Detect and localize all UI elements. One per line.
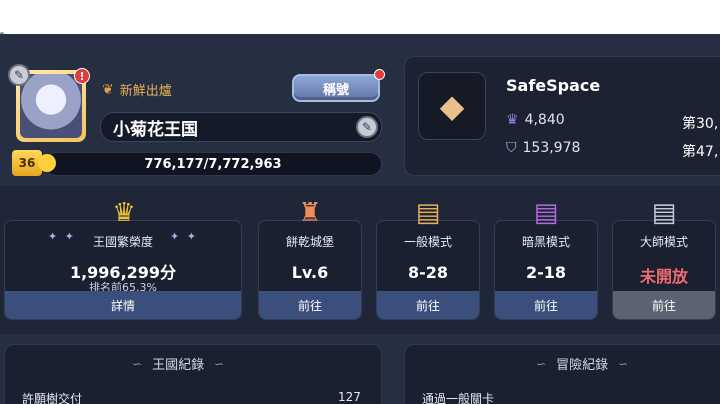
adventure-record-header: ∽ 冒險紀錄 ∽ <box>536 354 629 374</box>
trophy-icon: ♛ <box>506 112 519 128</box>
top-white-bar <box>0 0 720 34</box>
card-value: 2-18 <box>525 263 567 282</box>
master-map-icon: ▤ <box>651 198 677 228</box>
details-button[interactable]: 詳情 <box>5 291 241 319</box>
go-button[interactable]: 前往 <box>377 291 479 319</box>
name-edit-icon[interactable]: ✎ <box>356 116 378 138</box>
sprout-icon: ❦ <box>102 81 114 98</box>
title-tag: ❦ 新鮮出爐 <box>102 80 172 100</box>
castle-icon: ♜ <box>298 198 322 228</box>
castle-card: 餅乾城堡 Lv.6 前往 <box>258 220 362 320</box>
card-title: 大師模式 <box>639 235 688 249</box>
guild-stat1-rank: 第30, <box>682 116 719 132</box>
sparkle-left-icon: ✦ ✦ <box>48 230 76 243</box>
master-mode-card: 大師模式 未開放 前往 <box>612 220 716 320</box>
kingdom-row-value: 127 <box>338 390 361 404</box>
dark-map-icon: ▤ <box>533 198 559 228</box>
card-value: 8-28 <box>407 263 449 282</box>
card-title: 王國繁榮度 <box>92 235 153 249</box>
sparkle-right-icon: ✦ ✦ <box>170 230 198 243</box>
ornament-right-icon: ∽ <box>618 356 629 371</box>
guild-stat1-value: 4,840 <box>524 112 565 128</box>
kingdom-name-field: 小菊花王国 <box>100 112 382 142</box>
adventure-record-title: 冒險紀錄 <box>556 358 609 373</box>
guild-stat2-value: 153,978 <box>522 140 581 156</box>
level-coin-icon <box>38 154 56 172</box>
go-button-disabled[interactable]: 前往 <box>613 291 715 319</box>
ornament-right-icon: ∽ <box>214 356 225 371</box>
go-button[interactable]: 前往 <box>259 291 361 319</box>
cookie-avatar-icon <box>20 74 82 138</box>
map-scroll-icon: ▤ <box>415 198 441 228</box>
card-title: 餅乾城堡 <box>285 235 334 249</box>
guild-name: SafeSpace <box>506 76 601 95</box>
adventure-row-label: 通過一般關卡 <box>422 392 495 404</box>
guild-stat-trophy: ♛ 4,840 <box>506 112 565 128</box>
guild-stat-shield: ⛉ 153,978 <box>506 140 580 156</box>
prosperity-card: 王國繁榮度 1,996,299分 排名前65.3% 詳情 <box>4 220 242 320</box>
avatar-alert-badge: ! <box>74 68 90 84</box>
normal-mode-card: 一般模式 8-28 前往 <box>376 220 480 320</box>
guild-stat2-rank: 第47, <box>682 144 719 160</box>
crown-gem-icon: ♛ <box>112 198 136 228</box>
ornament-left-icon: ∽ <box>132 356 143 371</box>
ornament-left-icon: ∽ <box>536 356 547 371</box>
title-tag-label: 新鮮出爐 <box>119 84 172 99</box>
kingdom-record-header: ∽ 王國紀錄 ∽ <box>132 354 225 374</box>
xp-bar: 776,177/7,772,963 <box>44 152 382 176</box>
card-value: Lv.6 <box>291 263 329 282</box>
dark-mode-card: 暗黑模式 2-18 前往 <box>494 220 598 320</box>
title-button[interactable]: 稱號 <box>292 74 380 102</box>
kingdom-record-title: 王國紀錄 <box>152 358 205 373</box>
shield-icon: ⛉ <box>506 140 517 156</box>
go-button[interactable]: 前往 <box>495 291 597 319</box>
kingdom-row-label: 許願樹交付 <box>22 392 83 404</box>
title-notification-dot <box>374 69 385 80</box>
card-value: 未開放 <box>639 267 688 286</box>
diamond-emblem-icon: ◆ <box>418 72 486 140</box>
level-badge: 36 <box>12 148 60 178</box>
card-title: 一般模式 <box>403 235 452 249</box>
avatar-edit-icon[interactable]: ✎ <box>8 64 30 86</box>
card-title: 暗黑模式 <box>521 235 570 249</box>
